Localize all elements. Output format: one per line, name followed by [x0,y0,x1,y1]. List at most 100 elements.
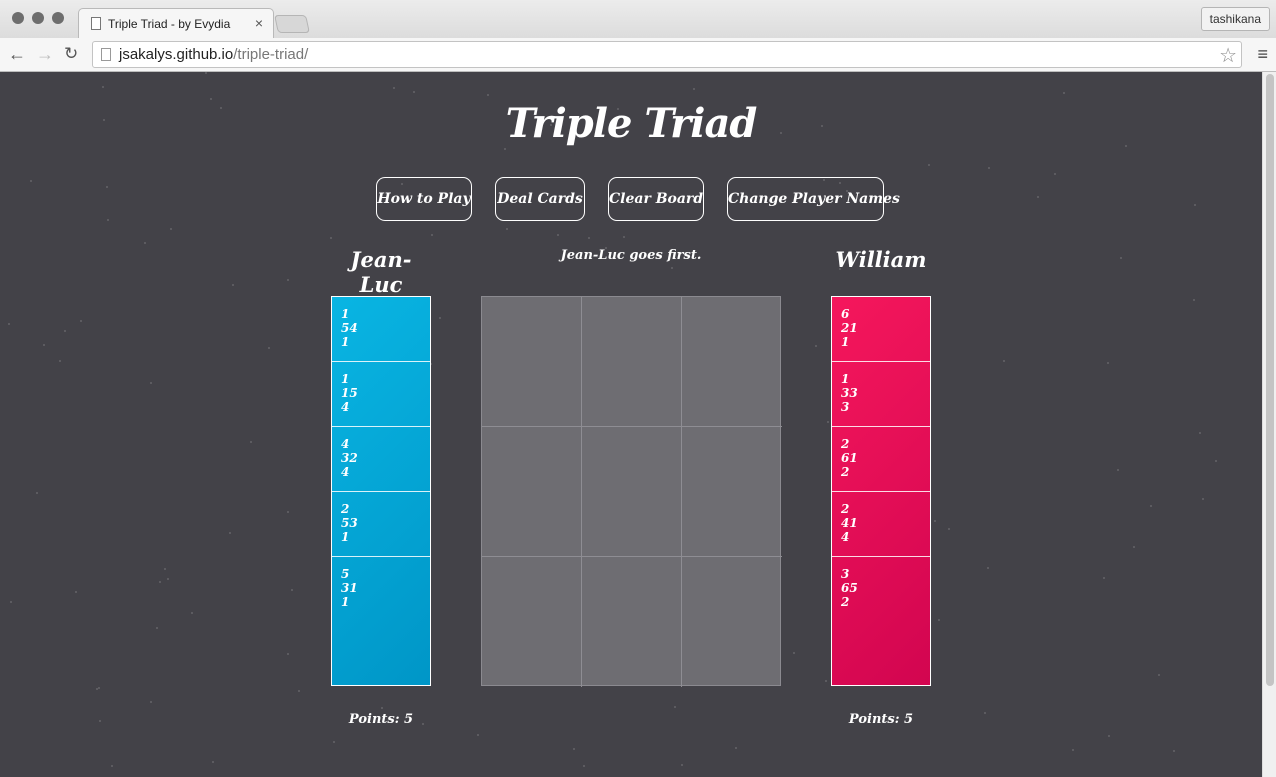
background-speck [1150,505,1152,507]
background-speck [59,360,61,362]
background-speck [431,234,433,236]
background-speck [439,317,441,319]
player1-hand: 1 54 1 1 15 4 4 32 4 2 53 1 5 31 1 [331,296,431,686]
browser-toolbar: ← → ↻ jsakalys.github.io/triple-triad/ ☆… [0,38,1276,72]
background-speck [1003,360,1005,362]
tab-title: Triple Triad - by Evydia [108,17,231,31]
background-speck [111,765,113,767]
background-speck [984,712,986,714]
background-speck [80,320,82,322]
background-speck [75,591,77,593]
url-host: jsakalys.github.io [119,46,234,63]
player2-card[interactable]: 6 21 1 [832,297,930,362]
zoom-window-button[interactable] [52,12,64,24]
page-scrollbar[interactable] [1262,72,1276,777]
background-speck [1194,204,1196,206]
board-cell[interactable] [582,557,682,687]
player2-card[interactable]: 2 61 2 [832,427,930,492]
board-cell[interactable] [482,427,582,557]
card-bottom-value: 4 [841,530,850,544]
bookmark-star-icon[interactable]: ☆ [1219,43,1237,68]
background-speck [330,237,332,239]
background-speck [191,612,193,614]
deal-cards-button[interactable]: Deal Cards [495,177,585,221]
background-speck [1103,577,1105,579]
document-icon [91,17,101,30]
card-bottom-value: 1 [341,335,350,349]
background-speck [164,568,166,570]
board-cell[interactable] [582,297,682,427]
background-speck [268,347,270,349]
background-speck [1199,432,1201,434]
card-bottom-value: 2 [841,465,850,479]
card-side-values: 54 [341,321,358,335]
scrollbar-thumb[interactable] [1266,74,1274,686]
player1-card[interactable]: 2 53 1 [332,492,430,557]
new-tab-button[interactable] [274,15,310,33]
background-speck [212,761,214,763]
player1-card[interactable]: 1 15 4 [332,362,430,427]
background-speck [98,687,100,689]
card-bottom-value: 1 [841,335,850,349]
background-speck [102,86,104,88]
card-side-values: 61 [841,451,858,465]
background-speck [99,720,101,722]
browser-menu-icon[interactable]: ≡ [1257,44,1268,65]
board-cell[interactable] [682,427,782,557]
profile-button[interactable]: tashikana [1200,7,1270,31]
player1-card[interactable]: 4 32 4 [332,427,430,492]
card-top-value: 2 [841,437,850,451]
background-speck [156,627,158,629]
board-cell[interactable] [582,427,682,557]
background-speck [793,652,795,654]
change-player-names-button[interactable]: Change Player Names [727,177,900,221]
background-speck [693,88,695,90]
background-speck [988,167,990,169]
clear-board-button[interactable]: Clear Board [608,177,704,221]
tab-close-icon[interactable]: × [255,15,263,31]
board-cell[interactable] [482,557,582,687]
background-speck [815,345,817,347]
background-speck [987,567,989,569]
background-speck [1158,674,1160,676]
background-speck [1133,546,1135,548]
card-bottom-value: 1 [341,595,350,609]
how-to-play-button[interactable]: How to Play [376,177,472,221]
forward-arrow-icon[interactable]: → [36,43,54,65]
background-speck [43,344,45,346]
player2-card[interactable]: 2 41 4 [832,492,930,557]
reload-icon[interactable]: ↻ [64,43,78,65]
minimize-window-button[interactable] [32,12,44,24]
background-speck [167,578,169,580]
player2-card[interactable]: 3 65 2 [832,557,930,622]
player1-card[interactable]: 5 31 1 [332,557,430,622]
card-side-values: 21 [841,321,858,335]
background-speck [1117,469,1119,471]
player2-card[interactable]: 1 33 3 [832,362,930,427]
browser-tab[interactable]: Triple Triad - by Evydia × [78,8,274,38]
background-speck [232,284,234,286]
background-speck [205,72,207,74]
board-cell[interactable] [682,297,782,427]
browser-titlebar: Triple Triad - by Evydia × tashikana [0,0,1276,38]
background-speck [287,279,289,281]
background-speck [1054,173,1056,175]
player1-card[interactable]: 1 54 1 [332,297,430,362]
background-speck [573,748,575,750]
board-cell[interactable] [482,297,582,427]
board-cell[interactable] [682,557,782,687]
background-speck [170,228,172,230]
card-bottom-value: 4 [341,465,350,479]
address-bar[interactable]: jsakalys.github.io/triple-triad/ ☆ [92,41,1242,68]
card-side-values: 31 [341,581,358,595]
background-speck [477,734,479,736]
url-text[interactable]: jsakalys.github.io/triple-triad/ [119,46,308,63]
card-side-values: 32 [341,451,358,465]
background-speck [287,511,289,513]
close-window-button[interactable] [12,12,24,24]
back-arrow-icon[interactable]: ← [8,43,26,65]
background-speck [583,765,585,767]
background-speck [1107,362,1109,364]
background-speck [1037,196,1039,198]
background-speck [1108,735,1110,737]
